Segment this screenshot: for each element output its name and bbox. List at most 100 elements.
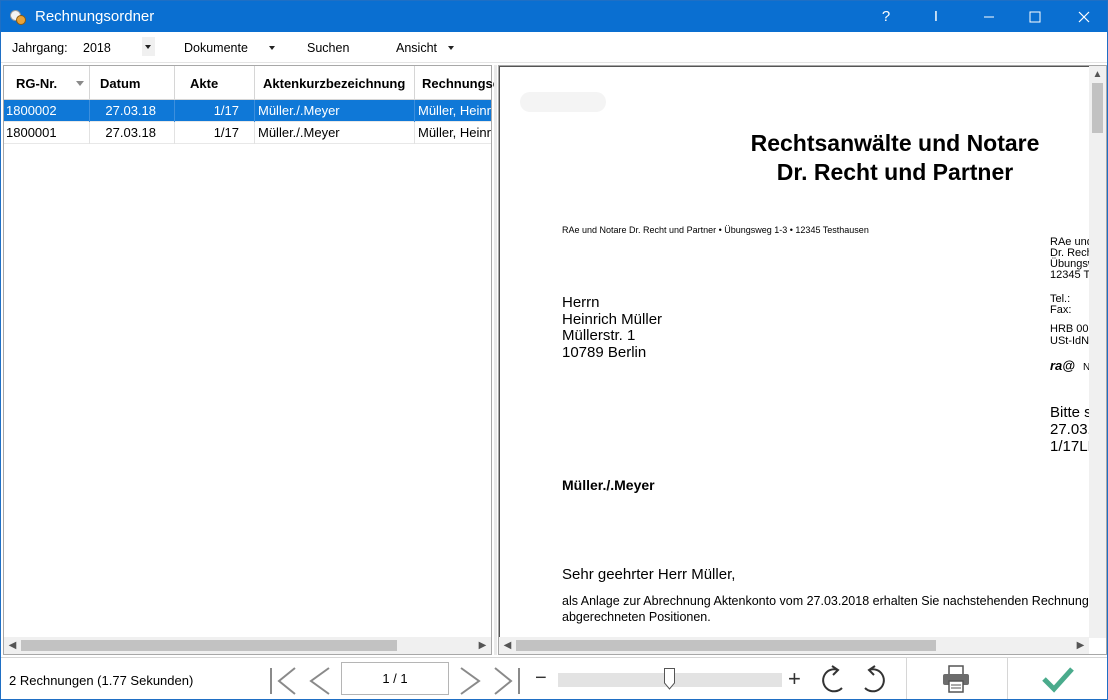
sender-line: RAe und Notare Dr. Recht und Partner • Ü… [562, 225, 869, 235]
menu-documents[interactable]: Dokumente [184, 41, 248, 55]
reference-block: Bitte s 27.03. 1/17LI [1050, 404, 1089, 455]
column-header-label: Aktenkurzbezeichnung [263, 75, 406, 91]
confirm-check-icon[interactable] [1041, 664, 1075, 694]
cell-akte: 1/17 [175, 122, 255, 144]
minimize-button[interactable] [966, 1, 1012, 32]
invoice-count-text: 2 Rechnungen (1.77 Sekunden) [9, 673, 194, 688]
scrollbar-thumb[interactable] [21, 640, 397, 651]
minimize-icon [984, 16, 994, 17]
scroll-up-icon[interactable]: ▲ [1089, 66, 1106, 83]
column-header-akte[interactable]: Akte [175, 66, 255, 100]
column-header-label: Rechnungsempfänger [422, 75, 495, 91]
body-line: abgerechneten Positionen. [562, 609, 711, 624]
year-label: Jahrgang: [12, 41, 68, 55]
menu-bar [1, 32, 1107, 63]
scroll-left-icon[interactable]: ◀ [499, 637, 516, 654]
side-info-line: 12345 T [1050, 269, 1089, 281]
table-header: RG-Nr. Datum Akte Aktenkurzbezeichnung R… [4, 66, 495, 100]
side-hrb: HRB 000 [1050, 323, 1089, 335]
column-header-label: RG-Nr. [16, 75, 58, 91]
scroll-right-icon[interactable]: ▶ [474, 637, 491, 654]
cell-kurzbezeichnung: Müller./.Meyer [255, 122, 415, 144]
side-fax: Fax: [1050, 304, 1072, 316]
zoom-in-button[interactable]: + [788, 666, 801, 692]
document-preview-panel: Rechtsanwälte und Notare Dr. Recht und P… [498, 65, 1107, 655]
next-page-icon[interactable] [453, 666, 487, 696]
document-subject: Müller./.Meyer [562, 477, 655, 493]
reference-line: Bitte s [1050, 404, 1089, 421]
cell-empfaenger: Müller, Heinrich [418, 125, 491, 140]
recipient-address: Herrn Heinrich Müller Müllerstr. 1 10789… [562, 294, 663, 361]
app-window: Rechnungsordner ? I Jahrgang: 2018 Dokum… [0, 0, 1108, 700]
divider [1007, 658, 1008, 699]
address-line: Heinrich Müller [562, 310, 663, 328]
print-icon[interactable] [940, 663, 972, 695]
column-header-datum[interactable]: Datum [90, 66, 175, 100]
rotate-right-icon[interactable] [857, 665, 891, 695]
table-row[interactable]: 1800002 27.03.18 1/17 Müller./.Meyer Mül… [4, 100, 491, 122]
close-button[interactable] [1061, 1, 1107, 32]
invoice-list-panel: RG-Nr. Datum Akte Aktenkurzbezeichnung R… [3, 65, 495, 655]
scroll-left-icon[interactable]: ◀ [4, 637, 21, 654]
ra-logo: ra@ [1050, 358, 1075, 373]
document-salutation: Sehr geehrter Herr Müller, [562, 566, 736, 583]
scrollbar-thumb[interactable] [1092, 83, 1103, 133]
year-dropdown-button[interactable] [142, 37, 155, 56]
last-page-icon[interactable] [489, 666, 523, 696]
zoom-out-button[interactable]: − [535, 667, 547, 690]
column-header-rg-nr[interactable]: RG-Nr. [4, 66, 90, 100]
column-header-kurzbezeichnung[interactable]: Aktenkurzbezeichnung [255, 66, 415, 100]
horizontal-scrollbar[interactable]: ◀ ▶ [4, 637, 491, 654]
window-title: Rechnungsordner [35, 8, 155, 25]
page-indicator[interactable]: 1 / 1 [341, 662, 449, 695]
cell-rg-nr: 1800001 [4, 122, 90, 144]
document-body: als Anlage zur Abrechnung Aktenkonto vom… [562, 594, 1089, 625]
address-line: Herrn [562, 294, 600, 311]
chevron-down-icon [145, 45, 151, 49]
letterhead-line-2: Dr. Recht und Partner [776, 159, 1014, 185]
table-row[interactable]: 1800001 27.03.18 1/17 Müller./.Meyer Mül… [4, 122, 491, 144]
column-header-label: Datum [100, 75, 141, 91]
previous-page-icon[interactable] [303, 666, 337, 696]
letterhead: Rechtsanwälte und Notare Dr. Recht und P… [700, 129, 1089, 187]
rotate-left-icon[interactable] [816, 665, 850, 695]
cell-datum: 27.03.18 [90, 122, 175, 144]
year-value[interactable]: 2018 [83, 41, 111, 55]
address-line: Müllerstr. 1 [562, 327, 636, 344]
body-line: als Anlage zur Abrechnung Aktenkonto vom… [562, 594, 1089, 608]
column-header-label: Akte [190, 75, 219, 91]
scroll-right-icon[interactable]: ▶ [1072, 637, 1089, 654]
reference-line: 1/17LI [1050, 438, 1089, 455]
divider [906, 658, 907, 699]
maximize-icon [1029, 11, 1041, 22]
text-cursor-icon[interactable]: I [913, 1, 959, 32]
chevron-down-icon [269, 46, 275, 50]
cell-akte: 1/17 [175, 100, 255, 122]
letterhead-line-1: Rechtsanwälte und Notare [750, 130, 1040, 156]
horizontal-scrollbar[interactable]: ◀ ▶ [499, 637, 1089, 654]
cell-empfaenger: Müller, Heinrich [418, 103, 491, 118]
sort-arrow-icon [76, 81, 84, 86]
vertical-scrollbar[interactable]: ▲ [1089, 66, 1106, 638]
status-bar: 2 Rechnungen (1.77 Sekunden) 1 / 1 − + [1, 657, 1107, 699]
cell-kurzbezeichnung: Müller./.Meyer [255, 100, 415, 122]
app-logo-icon [9, 8, 27, 26]
close-icon [1078, 11, 1090, 22]
zoom-slider-thumb[interactable] [664, 668, 675, 690]
cell-rg-nr: 1800002 [4, 100, 90, 122]
address-line: 10789 Berlin [562, 343, 647, 361]
chevron-down-icon [448, 46, 454, 50]
maximize-button[interactable] [1012, 1, 1058, 32]
document-ghost-field [520, 92, 606, 112]
first-page-icon[interactable] [267, 666, 301, 696]
side-ust: USt-IdNr [1050, 335, 1089, 347]
document-page: Rechtsanwälte und Notare Dr. Recht und P… [499, 66, 1089, 638]
menu-view[interactable]: Ansicht [396, 41, 437, 55]
scrollbar-thumb[interactable] [516, 640, 936, 651]
panel-splitter[interactable] [494, 65, 497, 655]
help-button[interactable]: ? [863, 1, 909, 32]
reference-line: 27.03. [1050, 421, 1089, 438]
menu-search[interactable]: Suchen [307, 41, 349, 55]
column-header-empfaenger[interactable]: Rechnungsempfänger [415, 66, 495, 100]
cell-datum: 27.03.18 [90, 100, 175, 122]
